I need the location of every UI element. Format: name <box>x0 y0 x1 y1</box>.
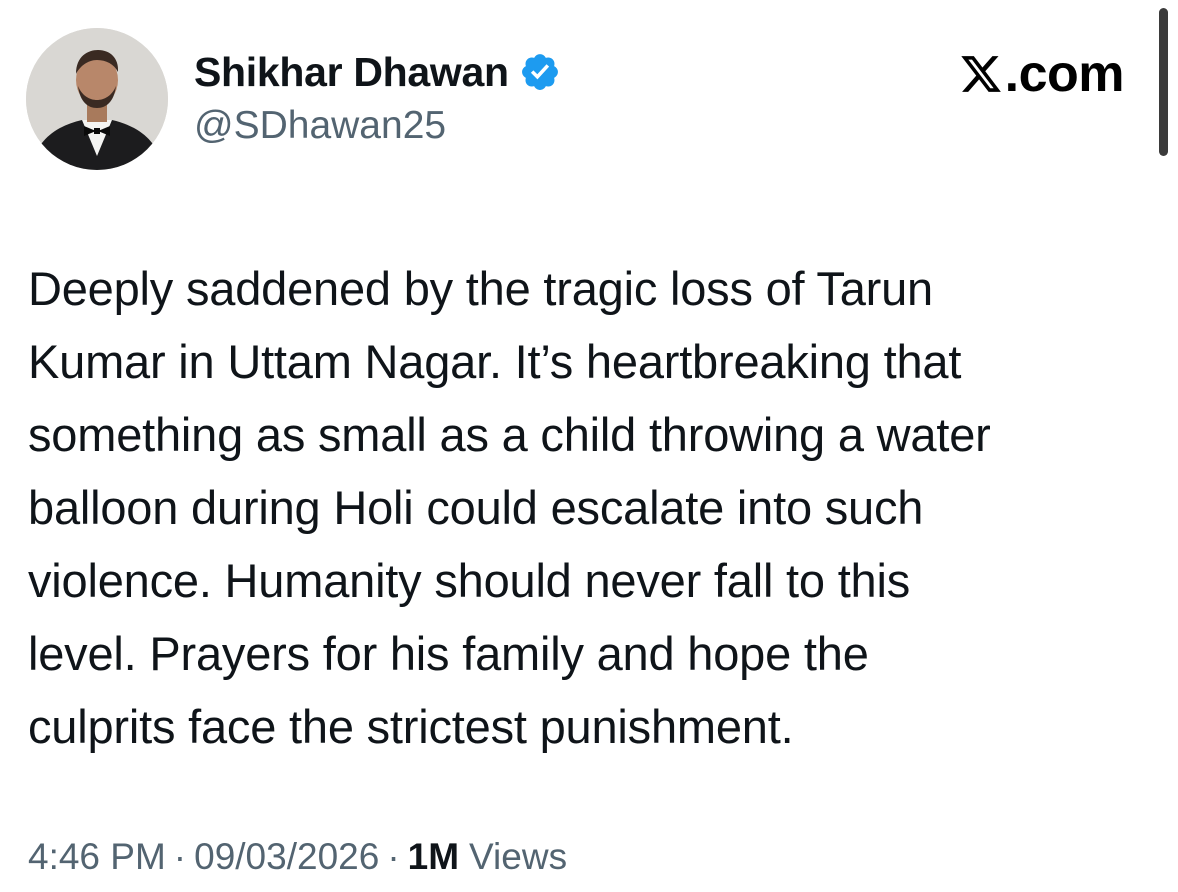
tweet-date[interactable]: 09/03/2026 <box>194 836 379 878</box>
scrollbar[interactable] <box>1159 8 1168 156</box>
views-label[interactable]: Views <box>469 836 567 878</box>
tweet-text-line: violence. Humanity should never fall to … <box>28 554 911 607</box>
tweet-text-line: something as small as a child throwing a… <box>28 408 991 461</box>
brand-logo: .com <box>959 44 1125 104</box>
meta-separator: · <box>387 836 400 877</box>
tweet-meta: 4:46 PM · 09/03/2026 · 1M Views <box>28 836 567 878</box>
tweet-text-line: culprits face the strictest punishment. <box>28 700 794 753</box>
tweet-text-line: Deeply saddened by the tragic loss of Ta… <box>28 262 933 315</box>
tweet-time[interactable]: 4:46 PM <box>28 836 166 878</box>
tweet-text-line: Kumar in Uttam Nagar. It’s heartbreaking… <box>28 335 962 388</box>
verified-badge-icon <box>519 51 561 93</box>
tweet-text-line: level. Prayers for his family and hope t… <box>28 627 869 680</box>
x-logo-icon <box>959 52 1003 96</box>
meta-separator: · <box>173 836 187 877</box>
brand-domain-label: .com <box>1004 45 1125 103</box>
author-handle[interactable]: @SDhawan25 <box>194 104 446 148</box>
avatar-photo <box>26 28 168 170</box>
author-name-row[interactable]: Shikhar Dhawan <box>194 44 561 100</box>
views-count[interactable]: 1M <box>408 836 459 878</box>
avatar[interactable] <box>26 28 168 170</box>
tweet-text-line: balloon during Holi could escalate into … <box>28 481 924 534</box>
display-name[interactable]: Shikhar Dhawan <box>194 49 509 96</box>
tweet-text: Deeply saddened by the tragic loss of Ta… <box>28 252 1158 763</box>
